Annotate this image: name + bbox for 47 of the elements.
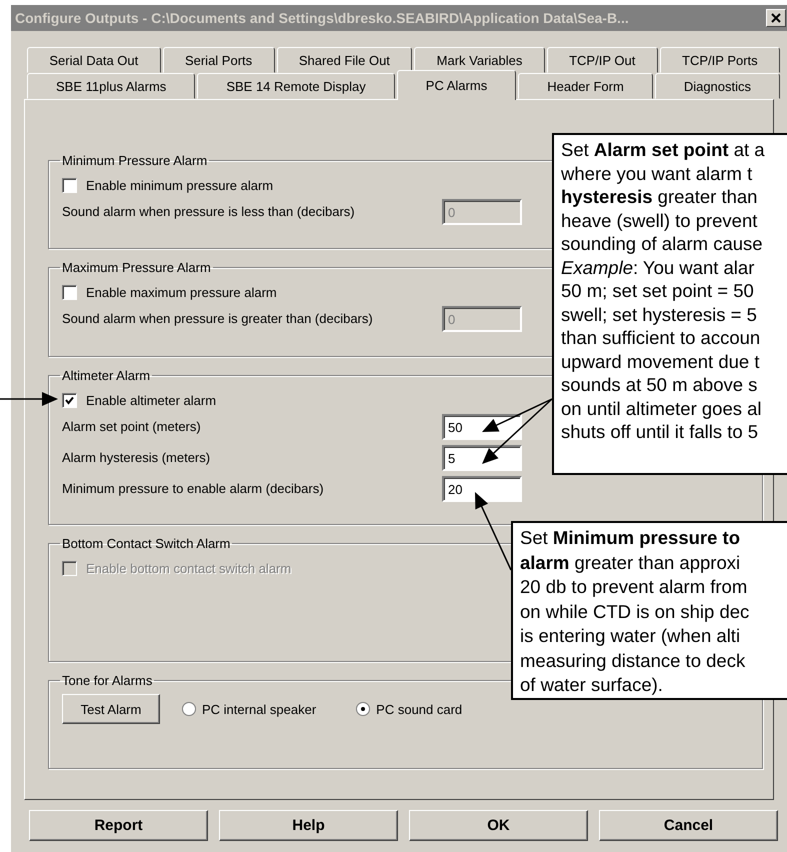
input-field[interactable]: 50 — [442, 414, 522, 440]
radio-label: PC sound card — [376, 702, 462, 716]
group-title: Minimum Pressure Alarm — [61, 153, 208, 168]
checkbox-label: Enable maximum pressure alarm — [86, 284, 277, 300]
dialog-button[interactable]: Report — [29, 810, 208, 841]
input-field[interactable]: 20 — [442, 476, 522, 502]
tab[interactable]: Shared File Out — [276, 47, 412, 73]
group-title: Tone for Alarms — [61, 673, 154, 688]
field-label: Alarm set point (meters) — [62, 419, 202, 434]
tab[interactable]: Diagnostics — [654, 73, 780, 99]
checkbox[interactable] — [62, 178, 77, 192]
group-title: Maximum Pressure Alarm — [61, 260, 212, 275]
arrow — [0, 392, 58, 406]
close-button[interactable] — [766, 9, 786, 27]
callout: Set Alarm set point at a where you want alarm t hysteresis greater than heave (swell) to prevent sounding of alarm cause Example: You want alar 50 m; set set point = 50 swell; set hysteresis = 5 than sufficient to accoun upward movement due t sounds at 50 m above s on until altimeter goes al shuts off until it falls to 5 — [552, 133, 787, 475]
dialog-button[interactable]: Cancel — [599, 810, 778, 841]
field-label: Sound alarm when pressure is greater than (decibars) — [62, 311, 374, 326]
field-label: Minimum pressure to enable alarm (decibars) — [62, 481, 325, 496]
group-title: Bottom Contact Switch Alarm — [61, 536, 232, 551]
callout: Set Minimum pressure to alarm greater than approxi 20 db to prevent alarm from on while CTD is on ship dec is entering water (when alti measuring distance to deck of water surface). — [511, 521, 787, 700]
field-label: Sound alarm when pressure is less than (decibars) — [62, 204, 356, 219]
checkbox[interactable] — [62, 392, 77, 408]
checkbox-label: Enable bottom contact switch alarm — [86, 560, 292, 576]
tab[interactable]: Mark Variables — [414, 47, 545, 73]
group-title: Altimeter Alarm — [61, 368, 152, 383]
input-field[interactable]: 5 — [442, 444, 522, 470]
checkbox-label: Enable altimeter alarm — [86, 392, 216, 408]
field-label: Alarm hysteresis (meters) — [62, 450, 212, 465]
tab[interactable]: TCP/IP Out — [546, 47, 658, 73]
radio-button[interactable] — [182, 702, 196, 716]
window-title: Configure Outputs - C:\Documents and Settings\dbresko.SEABIRD\Application Data\Sea-B... — [15, 10, 629, 26]
close-icon — [771, 13, 781, 23]
dialog-button[interactable]: OK — [409, 810, 588, 841]
tab[interactable]: Serial Data Out — [27, 47, 161, 73]
checkbox[interactable] — [62, 284, 77, 300]
checkmark-icon — [65, 396, 74, 404]
test-alarm-button[interactable]: Test Alarm — [62, 694, 160, 724]
radio-label: PC internal speaker — [202, 702, 316, 716]
tab[interactable]: TCP/IP Ports — [660, 47, 780, 73]
tab[interactable]: PC Alarms — [396, 70, 516, 100]
tab[interactable]: SBE 11plus Alarms — [27, 73, 196, 99]
dialog-button[interactable]: Help — [219, 810, 398, 841]
tab[interactable]: Serial Ports — [162, 47, 275, 73]
checkbox-label: Enable minimum pressure alarm — [86, 178, 274, 192]
tab[interactable]: SBE 14 Remote Display — [197, 73, 395, 99]
radio-button[interactable] — [356, 702, 370, 716]
tab[interactable]: Header Form — [518, 73, 653, 99]
